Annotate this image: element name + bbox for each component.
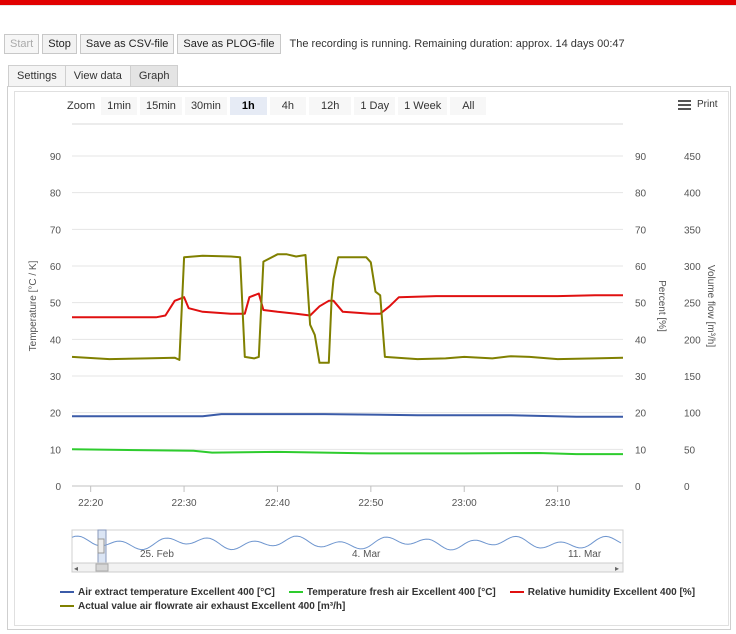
series-line: [71, 253, 624, 364]
legend-label: Air extract temperature Excellent 400 [°…: [78, 586, 275, 598]
y-left-tick-label: 40: [50, 335, 62, 346]
y-right-tick-label: 100: [684, 409, 701, 420]
legend-label: Temperature fresh air Excellent 400 [°C]: [306, 586, 496, 598]
y-right-tick-label: 350: [684, 225, 701, 236]
series-line: [71, 448, 623, 456]
y-right-tick-label: 200: [684, 335, 701, 346]
y-mid-tick-label: 30: [635, 372, 647, 383]
y-left-tick-label: 60: [50, 262, 62, 273]
y-right-tick-label: 450: [684, 152, 701, 163]
line-chart: 0 0 0 10 10 50 20 20 100 30 30 150 40 40 200 50 50 250 60 6…: [28, 123, 716, 573]
navigator-date-label: 25. Feb: [140, 549, 174, 560]
legend-item[interactable]: Air extract temperature Excellent 400 [°…: [60, 587, 275, 598]
scroll-right-icon: ▸: [615, 564, 619, 573]
y-left-tick-label: 20: [50, 409, 62, 420]
y-left-tick-label: 10: [50, 445, 62, 456]
y-mid-tick-label: 40: [635, 335, 647, 346]
y-left-tick-label: 30: [50, 372, 62, 383]
y-right-axis-title: Volume flow [m³/h]: [705, 265, 716, 347]
x-tick-label: 22:40: [265, 498, 290, 509]
y-mid-tick-label: 50: [635, 299, 647, 310]
y-mid-tick-label: 60: [635, 262, 647, 273]
y-left-axis-title: Temperature [°C / K]: [28, 260, 39, 351]
y-mid-tick-label: 10: [635, 445, 647, 456]
x-tick-label: 23:10: [545, 498, 570, 509]
scroll-left-icon: ◂: [74, 564, 78, 573]
legend-label: Actual value air flowrate air exhaust Ex…: [78, 600, 346, 612]
legend-item[interactable]: Relative humidity Excellent 400 [%]: [509, 586, 696, 598]
y-right-tick-label: 400: [684, 189, 701, 200]
chart-legend: Air extract temperature Excellent 400 [°…: [60, 585, 736, 613]
y-mid-tick-label: 0: [635, 482, 641, 493]
x-tick-label: 22:20: [78, 498, 103, 509]
y-left-tick-label: 0: [55, 482, 61, 493]
legend-swatch: [60, 591, 74, 593]
y-right-tick-label: 150: [684, 372, 701, 383]
y-left-tick-label: 90: [50, 152, 62, 163]
y-left-tick-label: 50: [50, 299, 62, 310]
legend-label: Relative humidity Excellent 400 [%]: [527, 586, 696, 598]
y-left-tick-label: 80: [50, 189, 62, 200]
legend-item[interactable]: Actual value air flowrate air exhaust Ex…: [60, 601, 345, 612]
legend-item[interactable]: Temperature fresh air Excellent 400 [°C]: [288, 586, 496, 598]
x-tick-label: 23:00: [452, 498, 477, 509]
x-tick-label: 22:50: [358, 498, 383, 509]
y-right-tick-label: 0: [684, 482, 690, 493]
legend-swatch: [288, 591, 303, 593]
navigator-date-label: 11. Mar: [568, 549, 602, 560]
y-right-tick-label: 300: [684, 262, 701, 273]
legend-swatch: [60, 605, 74, 607]
navigator-date-label: 4. Mar: [352, 549, 381, 560]
scrollbar-thumb: [95, 563, 109, 572]
y-right-tick-label: 250: [684, 299, 701, 310]
x-tick-label: 22:30: [172, 498, 197, 509]
navigator-scrollbar: [71, 562, 624, 573]
y-mid-tick-label: 80: [635, 189, 647, 200]
series-line: [72, 292, 623, 319]
y-mid-axis-title: Percent [%]: [656, 280, 667, 332]
legend-swatch: [509, 591, 524, 593]
y-mid-tick-label: 70: [635, 225, 647, 236]
series-line: [72, 413, 623, 418]
navigator-handle: [97, 538, 105, 554]
y-mid-tick-label: 20: [635, 409, 647, 420]
y-mid-tick-label: 90: [635, 152, 647, 163]
y-left-tick-label: 70: [50, 225, 62, 236]
y-right-tick-label: 50: [684, 445, 696, 456]
